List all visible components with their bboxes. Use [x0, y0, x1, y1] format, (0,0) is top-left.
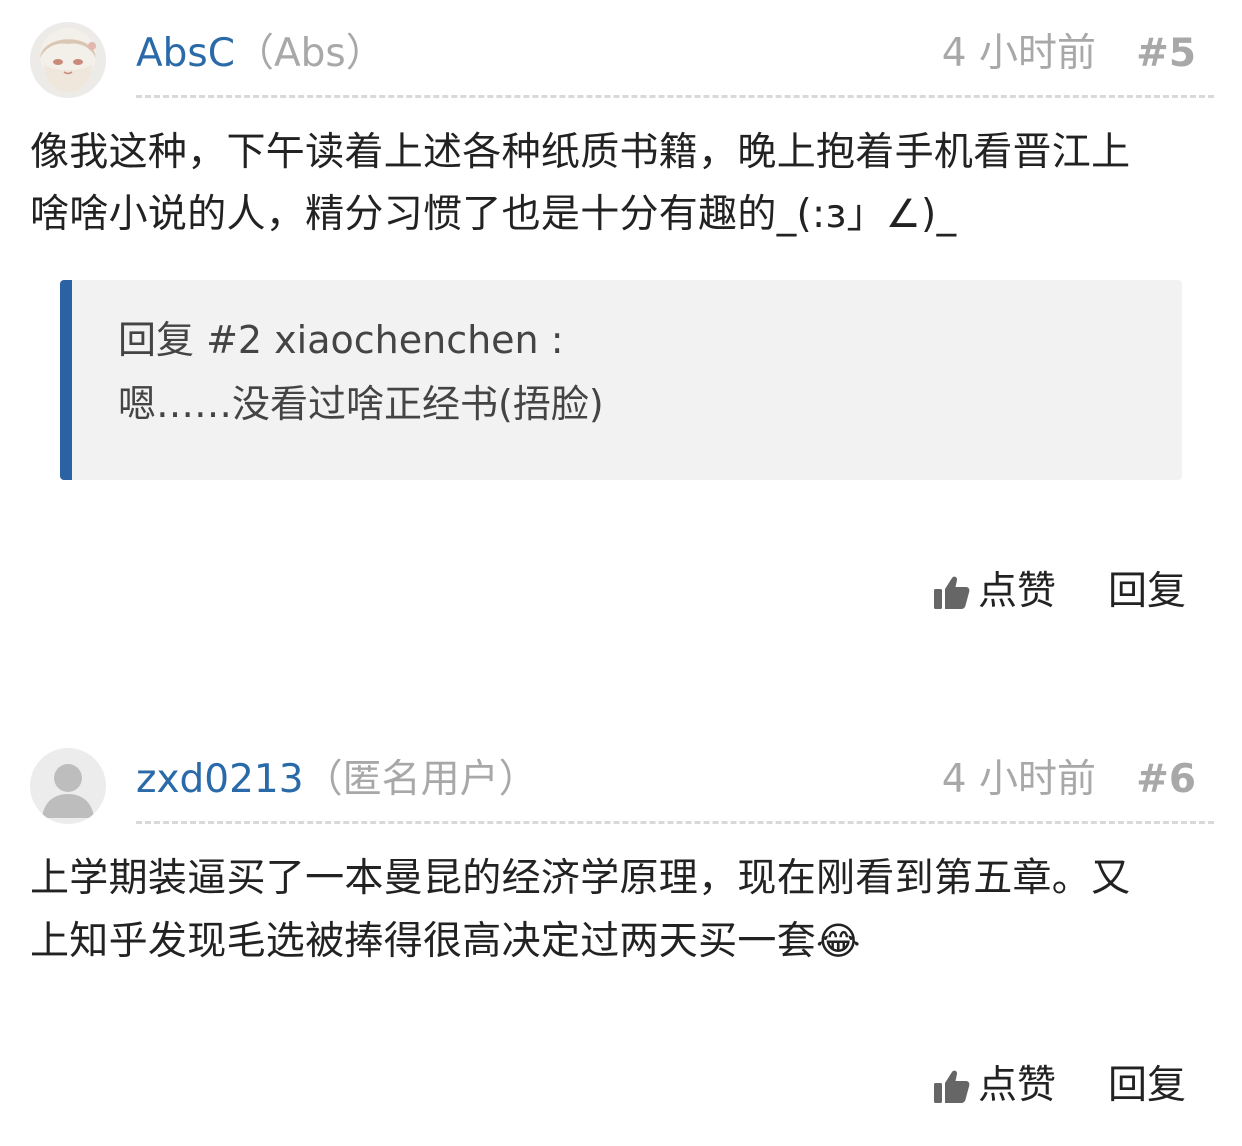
quoted-reply: 回复 #2 xiaochenchen : 嗯……没看过啥正经书(捂脸) — [60, 280, 1182, 480]
like-label: 点赞 — [977, 1063, 1056, 1108]
thumbs-up-icon — [933, 576, 970, 609]
floor-number: #6 — [1136, 757, 1196, 802]
quote-header: 回复 #2 xiaochenchen : — [118, 318, 564, 362]
reply-label: 回复 — [1107, 1063, 1186, 1108]
avatar[interactable] — [30, 22, 106, 98]
content-line: 上学期装逼买了一本曼昆的经济学原理，现在刚看到第五章。又 — [30, 856, 1131, 901]
post-timestamp: 4 小时前 — [941, 757, 1096, 802]
like-button[interactable]: 点赞 — [932, 566, 1056, 618]
reply-label: 回复 — [1107, 569, 1186, 614]
content-line-with-emoji: 上知乎发现毛选被捧得很高决定过两天买一套😂 — [30, 910, 1212, 973]
default-user-avatar-icon — [30, 748, 106, 824]
username-link[interactable]: AbsC（Abs） — [136, 28, 385, 80]
post-timestamp: 4 小时前 — [941, 31, 1096, 76]
post-item: AbsC（Abs） 4 小时前 #5 像我这种，下午读着上述各种纸质书籍，晚上抱… — [0, 0, 1242, 700]
post-header: AbsC（Abs） 4 小时前 #5 — [136, 22, 1214, 98]
like-label: 点赞 — [977, 569, 1056, 614]
content-line: 像我这种，下午读着上述各种纸质书籍，晚上抱着手机看晋江上 — [30, 130, 1131, 175]
content-line: 啥啥小说的人，精分习惯了也是十分有趣的_(:з」∠)_ — [30, 192, 957, 237]
quote-text: 嗯……没看过啥正经书(捂脸) — [118, 382, 604, 426]
reply-button[interactable]: 回复 — [1108, 566, 1186, 618]
thumbs-up-icon — [933, 1070, 970, 1103]
like-button[interactable]: 点赞 — [932, 1060, 1056, 1112]
reply-button[interactable]: 回复 — [1108, 1060, 1186, 1112]
post-actions: 点赞 回复 — [932, 562, 1186, 622]
post-actions: 点赞 回复 — [932, 1056, 1186, 1116]
user-nickname: （Abs） — [235, 31, 385, 76]
username[interactable]: zxd0213 — [136, 757, 304, 802]
anime-girl-avatar-icon — [30, 22, 106, 98]
post-header: zxd0213（匿名用户） 4 小时前 #6 — [136, 748, 1214, 824]
floor-number: #5 — [1136, 31, 1196, 76]
content-text: 上知乎发现毛选被捧得很高决定过两天买一套 — [30, 919, 817, 964]
username-link[interactable]: zxd0213（匿名用户） — [136, 754, 538, 806]
post-item: zxd0213（匿名用户） 4 小时前 #6 上学期装逼买了一本曼昆的经济学原理… — [0, 726, 1242, 1146]
username[interactable]: AbsC — [136, 31, 235, 76]
post-content: 上学期装逼买了一本曼昆的经济学原理，现在刚看到第五章。又 上知乎发现毛选被捧得很… — [30, 848, 1212, 973]
post-content: 像我这种，下午读着上述各种纸质书籍，晚上抱着手机看晋江上 啥啥小说的人，精分习惯… — [30, 122, 1212, 246]
laughing-tears-emoji: 😂 — [816, 919, 861, 963]
avatar[interactable] — [30, 748, 106, 824]
user-nickname: （匿名用户） — [303, 757, 538, 802]
